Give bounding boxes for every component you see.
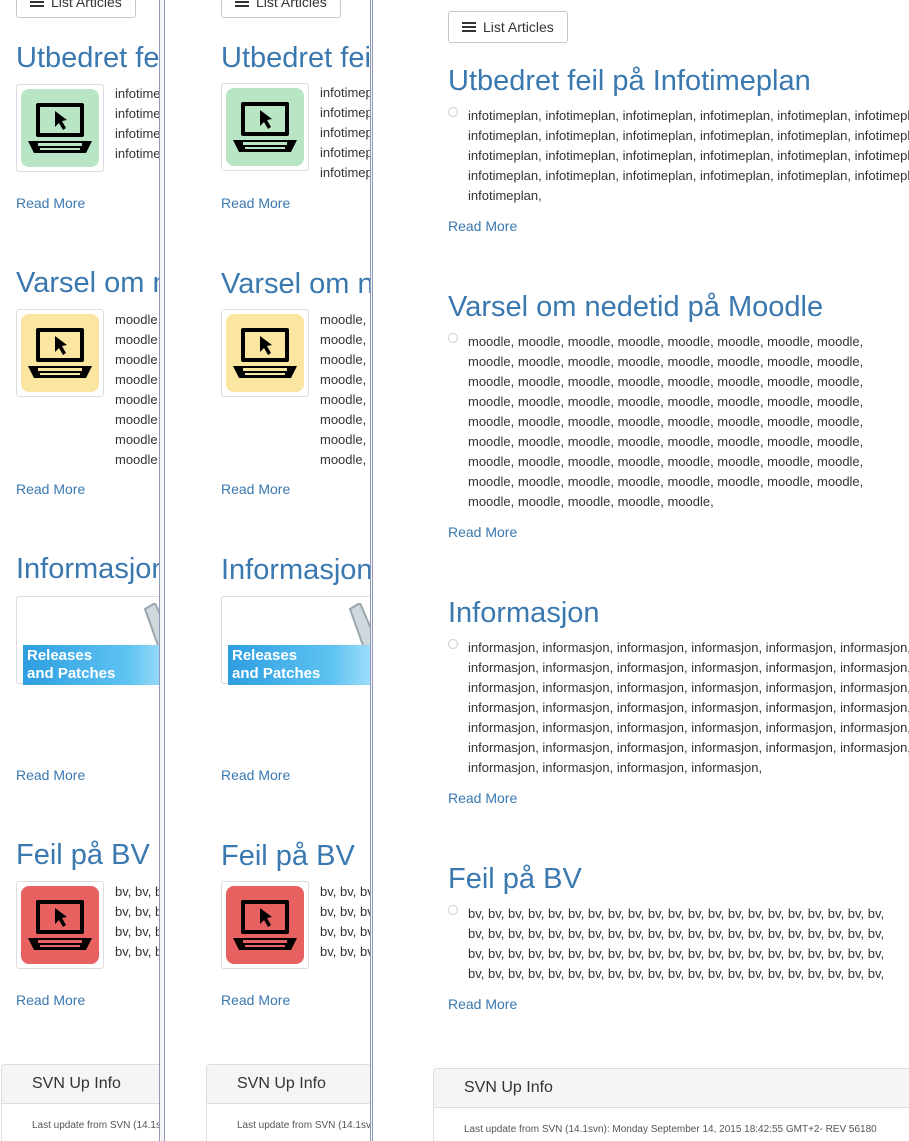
article-title[interactable]: Varsel om nedetid på Moodle (16, 269, 159, 298)
svn-info-panel: SVN Up Info Last update from SVN (14.1sv… (1, 1064, 159, 1141)
article-title[interactable]: Feil på BV (16, 841, 150, 870)
read-more-link[interactable]: Read More (221, 195, 290, 211)
article-title[interactable]: Varsel om nedetid på Moodle (448, 293, 823, 322)
list-articles-label: List Articles (256, 0, 327, 10)
article-thumbnail[interactable] (221, 309, 309, 397)
read-more-link[interactable]: Read More (448, 524, 517, 540)
radio-bullet[interactable] (448, 639, 458, 649)
article-excerpt: moodle, moodle, moodle, moodle, moodle, … (468, 334, 864, 509)
article-title[interactable]: Varsel om nedetid på Moodle (221, 270, 370, 299)
thumbnail-text: and Patches (27, 665, 116, 682)
read-more-link[interactable]: Read More (221, 767, 290, 783)
article-title[interactable]: Feil på BV (448, 865, 582, 894)
wide-view: List Articles Utbedret feil på Infotimep… (373, 0, 909, 1141)
svn-update-text: Last update from SVN (14.1svn): Monday S… (237, 1120, 370, 1131)
thumbnail-text: Releases (232, 647, 298, 664)
article-title[interactable]: Informasjon (221, 556, 370, 585)
svn-update-text: Last update from SVN (14.1svn): Monday S… (464, 1124, 877, 1135)
radio-bullet[interactable] (448, 905, 458, 915)
article-excerpt: bv, bv, bv, bv, bv, bv, bv, bv, bv, bv, … (468, 906, 885, 981)
article-title[interactable]: Utbedret feil på Infotimeplan (221, 44, 370, 73)
list-articles-button[interactable]: List Articles (16, 0, 136, 18)
article-excerpt: bv, bv, bv, bv, bv, bv, bv, bv, bv, bv, … (320, 884, 370, 959)
list-articles-label: List Articles (483, 19, 554, 35)
read-more-link[interactable]: Read More (448, 790, 517, 806)
narrow-view-1: List Articles Utbedret feil på Infotimep… (0, 0, 159, 1141)
article-thumbnail[interactable] (221, 83, 309, 171)
read-more-link[interactable]: Read More (448, 996, 517, 1012)
article-title[interactable]: Informasjon (448, 599, 600, 628)
narrow-view-2: List Articles Utbedret feil på Infotimep… (165, 0, 370, 1141)
radio-bullet[interactable] (448, 107, 458, 117)
article-excerpt: infotimeplan, infotimeplan, infotimeplan… (468, 108, 909, 203)
list-icon (462, 21, 476, 33)
thumbnail-text: Releases (27, 647, 93, 664)
laptop-icon (233, 900, 297, 950)
list-icon (235, 0, 249, 8)
svn-panel-title: SVN Up Info (434, 1069, 909, 1108)
svn-update-text: Last update from SVN (14.1svn): Monday S… (32, 1120, 159, 1131)
article-excerpt: informasjon, informasjon, informasjon, i… (468, 640, 909, 775)
laptop-icon (28, 900, 92, 950)
read-more-link[interactable]: Read More (16, 481, 85, 497)
list-articles-button[interactable]: List Articles (221, 0, 341, 18)
read-more-link[interactable]: Read More (221, 992, 290, 1008)
thumbnail-text: and Patches (232, 665, 321, 682)
laptop-icon (233, 102, 297, 152)
list-articles-label: List Articles (51, 0, 122, 10)
article-title[interactable]: Utbedret feil på Infotimeplan (448, 67, 811, 96)
article-thumbnail[interactable]: Releases and Patches (221, 596, 370, 685)
article-excerpt: moodle, moodle, moodle, moodle, moodle, … (320, 312, 370, 467)
list-articles-button[interactable]: List Articles (448, 11, 568, 43)
laptop-icon (233, 328, 297, 378)
article-excerpt: infotimeplan, infotimeplan, infotimeplan… (320, 85, 370, 180)
read-more-link[interactable]: Read More (221, 481, 290, 497)
read-more-link[interactable]: Read More (448, 218, 517, 234)
svn-info-panel: SVN Up Info Last update from SVN (14.1sv… (206, 1064, 370, 1141)
read-more-link[interactable]: Read More (16, 992, 85, 1008)
article-thumbnail[interactable] (16, 84, 104, 172)
svn-panel-title: SVN Up Info (207, 1065, 370, 1104)
svn-panel-title: SVN Up Info (2, 1065, 159, 1104)
article-title[interactable]: Utbedret feil på Infotimeplan (16, 44, 159, 73)
radio-bullet[interactable] (448, 333, 458, 343)
article-thumbnail[interactable]: Releases and Patches (16, 596, 159, 685)
article-thumbnail[interactable] (16, 881, 104, 969)
svn-info-panel: SVN Up Info Last update from SVN (14.1sv… (433, 1068, 909, 1141)
article-thumbnail[interactable] (16, 309, 104, 397)
read-more-link[interactable]: Read More (16, 195, 85, 211)
article-excerpt: moodle, moodle, moodle, moodle, moodle, … (115, 312, 159, 467)
article-excerpt: infotimeplan, infotimeplan, infotimeplan… (115, 86, 159, 161)
read-more-link[interactable]: Read More (16, 767, 85, 783)
article-title[interactable]: Informasjon (16, 555, 159, 584)
laptop-icon (28, 328, 92, 378)
list-icon (30, 0, 44, 8)
laptop-icon (28, 103, 92, 153)
article-thumbnail[interactable] (221, 881, 309, 969)
article-title[interactable]: Feil på BV (221, 842, 355, 871)
article-excerpt: bv, bv, bv, bv, bv, bv, bv, bv, bv, bv, … (115, 884, 159, 959)
